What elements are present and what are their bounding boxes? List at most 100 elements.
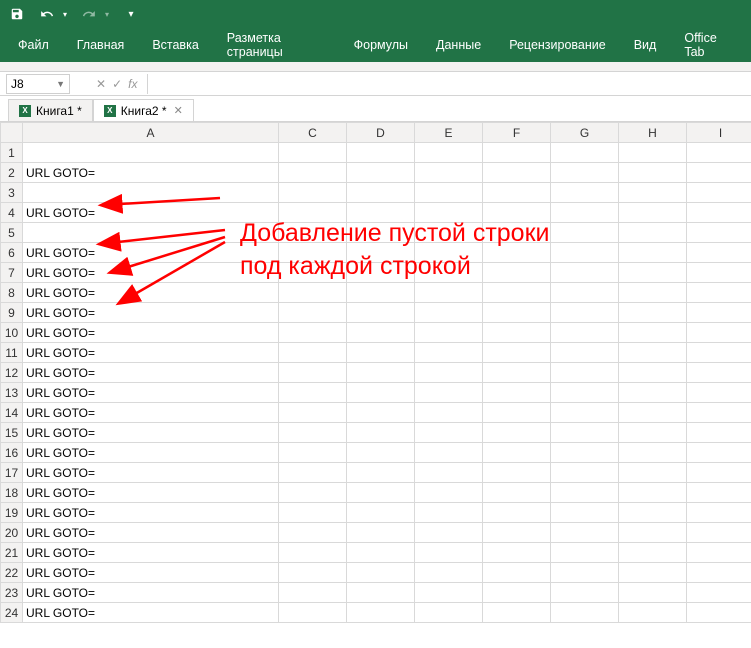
cell[interactable] xyxy=(279,303,347,323)
select-all-corner[interactable] xyxy=(1,123,23,143)
cell[interactable] xyxy=(415,423,483,443)
undo-icon[interactable] xyxy=(36,3,58,25)
cell[interactable] xyxy=(687,543,751,563)
cell[interactable] xyxy=(619,263,687,283)
cell[interactable] xyxy=(619,363,687,383)
cell[interactable]: URL GOTO= xyxy=(23,363,279,383)
cell[interactable] xyxy=(551,283,619,303)
cell[interactable]: URL GOTO= xyxy=(23,283,279,303)
formula-cancel-icon[interactable]: ✕ xyxy=(96,77,106,91)
row-header[interactable]: 9 xyxy=(1,303,23,323)
row-header[interactable]: 10 xyxy=(1,323,23,343)
cell[interactable] xyxy=(415,383,483,403)
column-header[interactable]: A xyxy=(23,123,279,143)
row-header[interactable]: 14 xyxy=(1,403,23,423)
cell[interactable] xyxy=(551,603,619,623)
row-header[interactable]: 24 xyxy=(1,603,23,623)
cell[interactable] xyxy=(279,343,347,363)
cell[interactable] xyxy=(551,343,619,363)
cell[interactable] xyxy=(483,603,551,623)
cell[interactable] xyxy=(619,343,687,363)
cell[interactable] xyxy=(415,483,483,503)
cell[interactable] xyxy=(551,483,619,503)
tab-review[interactable]: Рецензирование xyxy=(495,30,620,60)
cell[interactable] xyxy=(619,143,687,163)
cell[interactable] xyxy=(347,503,415,523)
cell[interactable] xyxy=(551,403,619,423)
column-header[interactable]: C xyxy=(279,123,347,143)
fx-icon[interactable]: fx xyxy=(128,77,137,91)
cell[interactable] xyxy=(347,283,415,303)
cell[interactable] xyxy=(415,443,483,463)
cell[interactable] xyxy=(415,243,483,263)
cell[interactable] xyxy=(687,463,751,483)
cell[interactable] xyxy=(347,603,415,623)
cell[interactable] xyxy=(347,263,415,283)
cell[interactable] xyxy=(687,303,751,323)
cell[interactable] xyxy=(279,463,347,483)
cell[interactable] xyxy=(279,523,347,543)
cell[interactable] xyxy=(347,343,415,363)
cell[interactable] xyxy=(551,543,619,563)
cell[interactable] xyxy=(619,543,687,563)
tab-office-tab[interactable]: Office Tab xyxy=(670,23,747,67)
cell[interactable]: URL GOTO= xyxy=(23,303,279,323)
formula-input[interactable] xyxy=(148,72,751,95)
tab-data[interactable]: Данные xyxy=(422,30,495,60)
cell[interactable] xyxy=(347,363,415,383)
cell[interactable] xyxy=(619,583,687,603)
cell[interactable]: URL GOTO= xyxy=(23,483,279,503)
cell[interactable] xyxy=(279,323,347,343)
cell[interactable]: URL GOTO= xyxy=(23,163,279,183)
cell[interactable] xyxy=(483,403,551,423)
cell[interactable] xyxy=(415,603,483,623)
cell[interactable] xyxy=(551,423,619,443)
cell[interactable]: URL GOTO= xyxy=(23,343,279,363)
column-header[interactable]: G xyxy=(551,123,619,143)
cell[interactable] xyxy=(483,263,551,283)
name-box[interactable]: J8 ▼ xyxy=(6,74,70,94)
tab-home[interactable]: Главная xyxy=(63,30,139,60)
cell[interactable]: URL GOTO= xyxy=(23,503,279,523)
row-header[interactable]: 18 xyxy=(1,483,23,503)
cell[interactable] xyxy=(279,603,347,623)
cell[interactable] xyxy=(687,323,751,343)
cell[interactable] xyxy=(551,523,619,543)
cell[interactable] xyxy=(23,143,279,163)
cell[interactable]: URL GOTO= xyxy=(23,203,279,223)
name-box-dropdown-icon[interactable]: ▼ xyxy=(56,79,65,89)
cell[interactable] xyxy=(415,163,483,183)
cell[interactable] xyxy=(619,483,687,503)
cell[interactable] xyxy=(279,163,347,183)
cell[interactable]: URL GOTO= xyxy=(23,323,279,343)
cell[interactable] xyxy=(279,563,347,583)
cell[interactable] xyxy=(483,143,551,163)
row-header[interactable]: 22 xyxy=(1,563,23,583)
cell[interactable] xyxy=(551,443,619,463)
cell[interactable] xyxy=(347,523,415,543)
cell[interactable] xyxy=(687,283,751,303)
cell[interactable] xyxy=(619,603,687,623)
cell[interactable] xyxy=(279,183,347,203)
cell[interactable] xyxy=(619,383,687,403)
row-header[interactable]: 7 xyxy=(1,263,23,283)
row-header[interactable]: 23 xyxy=(1,583,23,603)
cell[interactable] xyxy=(551,223,619,243)
cell[interactable] xyxy=(687,343,751,363)
cell[interactable] xyxy=(551,143,619,163)
cell[interactable] xyxy=(687,523,751,543)
cell[interactable] xyxy=(415,143,483,163)
cell[interactable] xyxy=(279,283,347,303)
cell[interactable] xyxy=(619,183,687,203)
column-header[interactable]: H xyxy=(619,123,687,143)
cell[interactable]: URL GOTO= xyxy=(23,403,279,423)
cell[interactable] xyxy=(619,203,687,223)
cell[interactable] xyxy=(347,323,415,343)
cell[interactable] xyxy=(279,263,347,283)
close-icon[interactable]: ✕ xyxy=(174,104,183,117)
cell[interactable] xyxy=(687,263,751,283)
cell[interactable] xyxy=(483,543,551,563)
row-header[interactable]: 2 xyxy=(1,163,23,183)
cell[interactable] xyxy=(347,423,415,443)
cell[interactable] xyxy=(687,203,751,223)
